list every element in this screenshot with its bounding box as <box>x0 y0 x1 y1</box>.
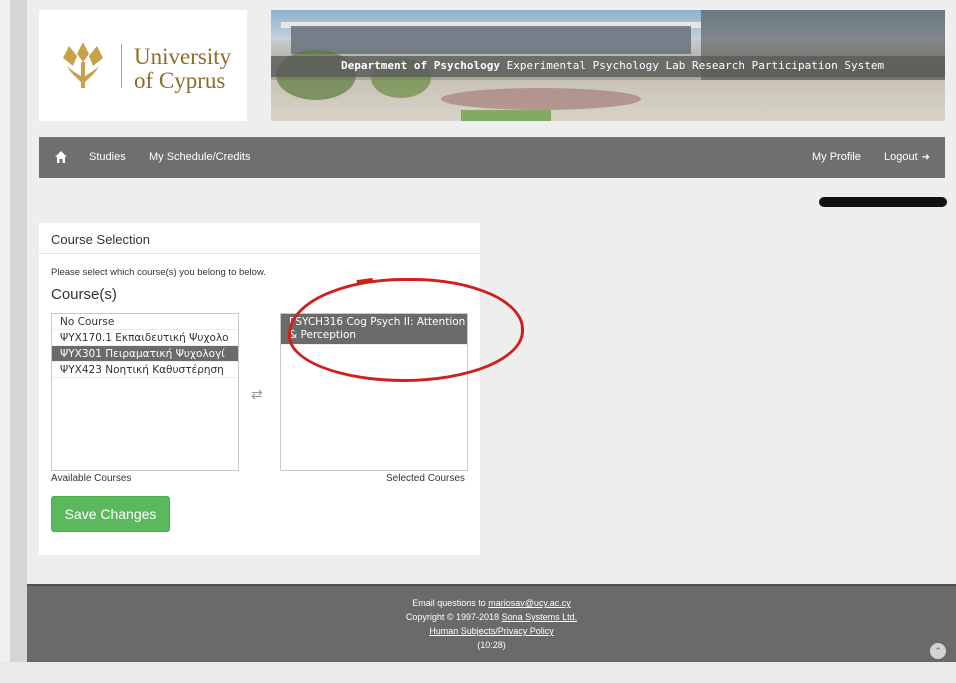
course-option[interactable]: ΨΥΧ301 Πειραματική Ψυχολογί <box>52 346 238 362</box>
logo-text-of-cyprus: of Cyprus <box>134 68 226 93</box>
footer-copyright-line: Copyright © 1997-2018 Sona Systems Ltd. <box>27 612 956 622</box>
window-left-border <box>10 0 27 683</box>
footer-copyright-prefix: Copyright © 1997-2018 <box>405 612 502 622</box>
course-option[interactable]: ΨΥΧ170.1 Εκπαιδευτική Ψυχολο <box>52 330 238 346</box>
header-banner: Department of Psychology Experimental Ps… <box>271 10 945 121</box>
banner-title-system: Experimental Psychology Lab Research Par… <box>499 59 885 72</box>
nav-my-schedule-credits[interactable]: My Schedule/Credits <box>149 151 251 163</box>
banner-title-department: Department of Psychology <box>341 59 500 72</box>
footer-policy-line: Human Subjects/Privacy Policy <box>27 626 956 636</box>
available-courses-label: Available Courses <box>51 473 132 484</box>
nav-logout-label: Logout <box>884 151 918 163</box>
window-left-edge <box>0 0 27 683</box>
page-footer: Email questions to mariosav@ucy.ac.cy Co… <box>27 584 956 662</box>
course-option[interactable]: No Course <box>52 314 238 330</box>
logo-text-university: University <box>134 44 232 69</box>
panel-title: Course Selection <box>51 232 150 247</box>
selected-courses-label: Selected Courses <box>386 473 465 484</box>
course-selection-panel: Course Selection Please select which cou… <box>39 223 480 555</box>
scroll-to-top-icon[interactable]: ⌃ <box>930 643 946 659</box>
panel-header: Course Selection <box>39 223 480 254</box>
redacted-user-name <box>819 197 947 207</box>
course-option[interactable]: ΨΥΧ423 Νοητική Καθυστέρηση <box>52 362 238 378</box>
footer-privacy-policy-link[interactable]: Human Subjects/Privacy Policy <box>429 626 554 636</box>
nav-logout[interactable]: Logout ➜ <box>884 151 930 163</box>
footer-email-line: Email questions to mariosav@ucy.ac.cy <box>27 598 956 608</box>
courses-heading: Course(s) <box>51 286 117 303</box>
save-changes-button[interactable]: Save Changes <box>51 496 170 532</box>
banner-building <box>291 26 691 54</box>
course-instruction-text: Please select which course(s) you belong… <box>51 267 266 278</box>
available-courses-listbox[interactable]: No Course ΨΥΧ170.1 Εκπαιδευτική Ψυχολο ΨΥΧ… <box>51 313 239 471</box>
sign-out-icon: ➜ <box>921 152 931 163</box>
red-annotation-circle <box>288 278 524 382</box>
home-icon[interactable] <box>54 150 68 164</box>
banner-title: Department of Psychology Experimental Ps… <box>341 59 884 72</box>
footer-email-link[interactable]: mariosav@ucy.ac.cy <box>488 598 571 608</box>
footer-company-link[interactable]: Sona Systems Ltd. <box>502 612 578 622</box>
window-bottom-edge <box>0 662 956 683</box>
swap-arrows-icon[interactable]: ⇄ <box>251 386 263 403</box>
footer-email-prefix: Email questions to <box>412 598 489 608</box>
nav-studies[interactable]: Studies <box>89 151 126 163</box>
logo-divider <box>121 44 122 88</box>
footer-time: (10:28) <box>477 640 506 650</box>
university-logo[interactable]: University of Cyprus <box>39 10 247 121</box>
main-navbar: Studies My Schedule/Credits My Profile L… <box>39 137 945 178</box>
banner-plaza-pattern <box>441 88 641 110</box>
page: University of Cyprus Department of Psych… <box>27 0 956 662</box>
nav-my-profile[interactable]: My Profile <box>812 151 861 163</box>
banner-canopy <box>701 10 945 90</box>
banner-grass <box>461 110 551 121</box>
cyprus-tree-logo-icon <box>63 42 103 88</box>
